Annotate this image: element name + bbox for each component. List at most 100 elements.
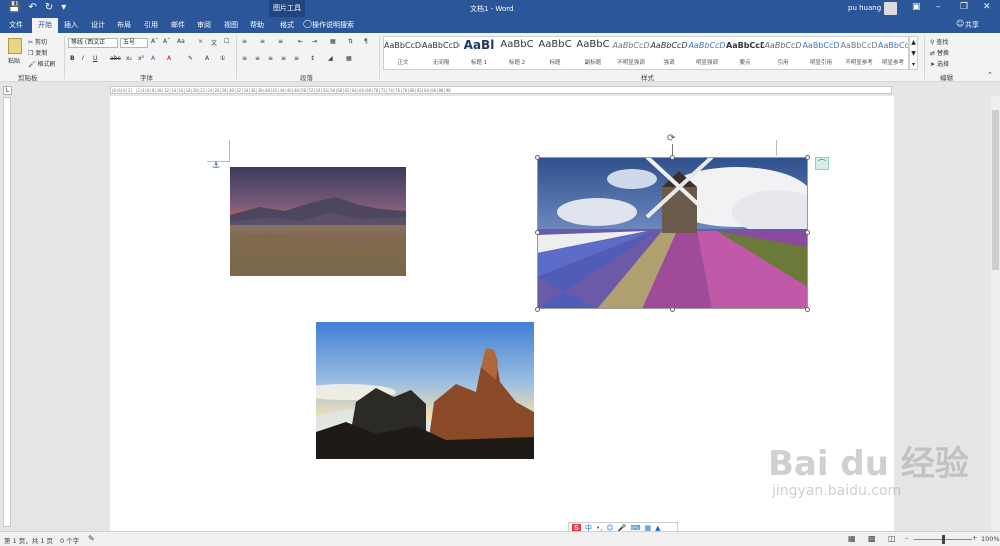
change-case-icon[interactable]: Aa (177, 38, 185, 45)
style-emphasis[interactable]: AaBbCcD 强调 (650, 37, 688, 69)
avatar[interactable] (884, 2, 897, 15)
tab-references[interactable]: 引用 (144, 20, 158, 30)
ribbon-display-options-icon[interactable]: ▣ (912, 2, 921, 12)
resize-handle[interactable] (805, 307, 810, 312)
grow-font-icon[interactable]: Aˆ (151, 38, 158, 45)
rotate-handle-icon[interactable]: ⟳ (667, 133, 675, 144)
style-no-spacing[interactable]: AaBbCcDd 无间隔 (422, 37, 460, 69)
style-heading-1[interactable]: AaBl 标题 1 (460, 37, 498, 69)
font-name-select[interactable]: 等线 (西文正 (68, 38, 118, 48)
tab-format[interactable]: 格式 (280, 20, 294, 30)
resize-handle[interactable] (535, 230, 540, 235)
tab-help[interactable]: 帮助 (250, 20, 264, 30)
phonetic-guide-icon[interactable]: 文 (211, 38, 217, 47)
style-quote[interactable]: AaBbCcD 引用 (764, 37, 802, 69)
bold-icon[interactable]: B (70, 55, 75, 62)
tab-home[interactable]: 开始 (32, 18, 58, 33)
clear-format-icon[interactable]: ⨯ (198, 38, 203, 45)
style-subtle-emphasis[interactable]: AaBbCcD 不明显强调 (612, 37, 650, 69)
distributed-icon[interactable]: ≡ (294, 55, 299, 62)
zoom-out-icon[interactable]: – (905, 534, 908, 542)
zoom-in-icon[interactable]: + (972, 534, 977, 542)
strikethrough-icon[interactable]: abc (110, 55, 121, 62)
resize-handle[interactable] (805, 155, 810, 160)
sort-icon[interactable]: ⇅ (348, 38, 353, 45)
layout-options-icon[interactable]: ⌒ (815, 157, 829, 170)
paste-button[interactable]: 粘贴 (8, 56, 20, 65)
tab-insert[interactable]: 插入 (64, 20, 78, 30)
enclose-char-icon[interactable]: ① (220, 55, 225, 62)
save-icon[interactable]: 💾 (8, 2, 20, 13)
align-right-icon[interactable]: ≡ (268, 55, 273, 62)
borders-icon[interactable]: ▦ (346, 55, 352, 62)
font-size-select[interactable]: 五号 (120, 38, 148, 48)
tab-design[interactable]: 设计 (91, 20, 105, 30)
show-marks-icon[interactable]: ¶ (364, 38, 368, 45)
superscript-icon[interactable]: x² (138, 55, 144, 62)
find-button[interactable]: ⚲ 查找 (930, 37, 948, 46)
vertical-ruler[interactable] (3, 97, 11, 527)
style-heading-2[interactable]: AaBbC 标题 2 (498, 37, 536, 69)
subscript-icon[interactable]: x₂ (126, 55, 132, 62)
share-button[interactable]: 共享 (965, 20, 979, 30)
zoom-level[interactable]: 100% (981, 535, 1000, 543)
decrease-indent-icon[interactable]: ⇤ (298, 38, 303, 45)
highlight-icon[interactable]: ✎ (188, 55, 193, 62)
style-title[interactable]: AaBbC 标题 (536, 37, 574, 69)
customize-qat-icon[interactable]: ▾ (61, 2, 66, 13)
copy-button[interactable]: ❐ 复制 (28, 48, 47, 57)
style-intense-reference[interactable]: AaBbCcD 明显参考 (878, 37, 908, 69)
shrink-font-icon[interactable]: Aˇ (163, 38, 170, 45)
undo-icon[interactable]: ↶ (28, 2, 36, 13)
tell-me-search[interactable]: 操作说明搜索 (312, 20, 354, 30)
tab-layout[interactable]: 布局 (117, 20, 131, 30)
char-border-icon[interactable]: ☐ (224, 38, 229, 45)
style-subtitle[interactable]: AaBbC 副标题 (574, 37, 612, 69)
align-center-icon[interactable]: ≡ (255, 55, 260, 62)
resize-handle[interactable] (670, 307, 675, 312)
select-button[interactable]: ➤ 选择 (930, 59, 949, 68)
justify-icon[interactable]: ≡ (281, 55, 286, 62)
paste-icon[interactable] (8, 38, 22, 54)
cut-button[interactable]: ✂ 剪切 (28, 37, 47, 46)
style-intense-quote[interactable]: AaBbCcD 明显引用 (802, 37, 840, 69)
replace-button[interactable]: ⇄ 替换 (930, 48, 949, 57)
resize-handle[interactable] (535, 155, 540, 160)
print-layout-icon[interactable]: ▩ (868, 534, 876, 543)
text-effects-icon[interactable]: A (151, 55, 155, 62)
bullets-icon[interactable]: ≡ (242, 38, 247, 45)
increase-indent-icon[interactable]: ⇥ (312, 38, 317, 45)
tab-mailings[interactable]: 邮件 (171, 20, 185, 30)
align-left-icon[interactable]: ≡ (242, 55, 247, 62)
horizontal-ruler[interactable]: |8|6|4|2| |2|4|6|8|10|12|14|16|18|20|22|… (110, 86, 892, 94)
user-name[interactable]: pu huang (848, 4, 881, 12)
shading-icon[interactable]: ◢ (328, 55, 333, 62)
style-strong[interactable]: AaBbCcD 要点 (726, 37, 764, 69)
restore-icon[interactable]: ❐ (960, 2, 968, 12)
rocky-peak-image[interactable] (316, 322, 534, 459)
web-layout-icon[interactable]: ◫ (888, 534, 896, 543)
tab-file[interactable]: 文件 (9, 20, 23, 30)
read-mode-icon[interactable]: ▦ (848, 534, 856, 543)
zoom-slider-thumb[interactable] (942, 535, 945, 544)
numbering-icon[interactable]: ≡ (260, 38, 265, 45)
proofing-icon[interactable]: ✎ (88, 534, 95, 543)
line-spacing-icon[interactable]: ↕ (310, 55, 315, 62)
style-normal[interactable]: AaBbCcDd 正文 (384, 37, 422, 69)
style-subtle-reference[interactable]: AaBbCcD 不明显参考 (840, 37, 878, 69)
redo-icon[interactable]: ↻ (45, 2, 53, 13)
word-count[interactable]: 0 个字 (60, 535, 79, 545)
font-color-icon[interactable]: A (167, 55, 171, 62)
collapse-ribbon-icon[interactable]: ⌃ (987, 71, 993, 79)
chinese-layout-icon[interactable]: ▦ (330, 38, 336, 45)
tab-selector-icon[interactable]: L (3, 86, 12, 95)
tab-view[interactable]: 视图 (224, 20, 238, 30)
italic-icon[interactable]: I (82, 55, 84, 62)
minimize-icon[interactable]: – (936, 2, 941, 12)
format-painter-button[interactable]: 🖌 格式刷 (28, 59, 56, 68)
resize-handle[interactable] (805, 230, 810, 235)
multilevel-list-icon[interactable]: ≡ (278, 38, 283, 45)
resize-handle[interactable] (535, 307, 540, 312)
underline-icon[interactable]: U (93, 55, 97, 62)
styles-scroll[interactable]: ▲ ▼ ▾ (909, 36, 918, 70)
